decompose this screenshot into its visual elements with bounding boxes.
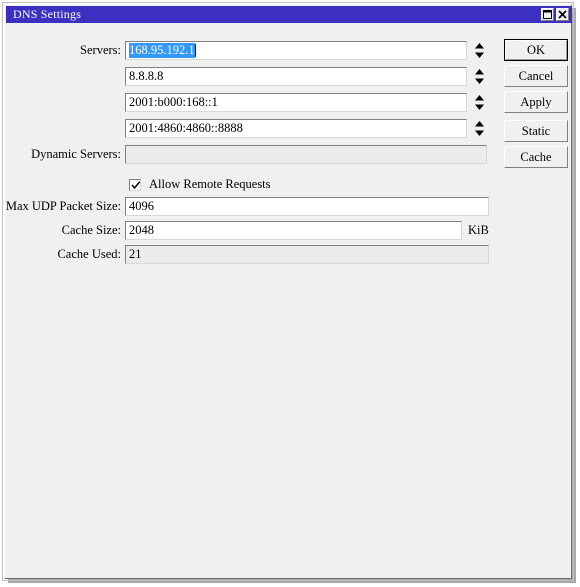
- cache-size-value: 2048: [129, 222, 154, 237]
- servers-input-4-value: 2001:4860:4860::8888: [129, 120, 243, 135]
- ok-button[interactable]: OK: [504, 39, 568, 61]
- max-udp-packet-size-input[interactable]: 4096: [125, 196, 489, 216]
- cancel-button[interactable]: Cancel: [504, 65, 568, 87]
- window-shadow-bottom: [8, 579, 576, 583]
- servers-input-2[interactable]: 8.8.8.8: [125, 66, 467, 86]
- cache-used-input: 21: [125, 244, 489, 264]
- servers-input-2-value: 8.8.8.8: [129, 68, 164, 83]
- servers-input-1-value: 168.95.192.1: [129, 42, 195, 58]
- cache-size-unit: KiB: [468, 222, 489, 237]
- servers-label: Servers:: [80, 42, 121, 57]
- allow-remote-requests-checkbox[interactable]: [129, 178, 141, 191]
- servers-spinner-2[interactable]: [473, 67, 486, 86]
- cache-size-row: Cache Size: 2048 KiB: [5, 220, 489, 240]
- allow-remote-requests-row[interactable]: Allow Remote Requests: [129, 177, 271, 192]
- servers-input-3[interactable]: 2001:b000:168::1: [125, 92, 467, 112]
- window-title: DNS Settings: [13, 7, 82, 21]
- window-shadow-right: [572, 8, 576, 583]
- allow-remote-requests-label: Allow Remote Requests: [149, 177, 271, 191]
- cache-size-label: Cache Size:: [61, 222, 121, 237]
- cache-size-input[interactable]: 2048: [125, 220, 462, 240]
- apply-button[interactable]: Apply: [504, 91, 568, 113]
- servers-input-1[interactable]: 168.95.192.1: [125, 40, 467, 60]
- static-button[interactable]: Static: [504, 120, 568, 142]
- title-bar[interactable]: DNS Settings: [6, 6, 572, 23]
- max-udp-packet-size-value: 4096: [129, 198, 154, 213]
- servers-row-2: 8.8.8.8: [5, 66, 486, 86]
- dynamic-servers-row: Dynamic Servers:: [5, 144, 487, 164]
- cache-used-value: 21: [129, 246, 142, 261]
- text-caret: [194, 43, 196, 57]
- dns-settings-window: DNS Settings Servers: 168.95.192.1 8.8.8…: [4, 4, 572, 579]
- cache-button[interactable]: Cache: [504, 146, 568, 168]
- action-button-column: OK Cancel Apply Static Cache: [504, 39, 568, 172]
- servers-row-4: 2001:4860:4860::8888: [5, 118, 486, 138]
- max-udp-packet-size-row: Max UDP Packet Size: 4096: [5, 196, 489, 216]
- title-bar-buttons: [541, 8, 569, 21]
- servers-row-1: Servers: 168.95.192.1: [5, 40, 486, 60]
- servers-row-3: 2001:b000:168::1: [5, 92, 486, 112]
- servers-spinner-4[interactable]: [473, 119, 486, 138]
- servers-input-4[interactable]: 2001:4860:4860::8888: [125, 118, 467, 138]
- dynamic-servers-input: [125, 144, 487, 164]
- close-button[interactable]: [556, 8, 569, 21]
- maximize-button[interactable]: [541, 8, 554, 21]
- servers-spinner-3[interactable]: [473, 93, 486, 112]
- servers-spinner-1[interactable]: [473, 41, 486, 60]
- servers-input-3-value: 2001:b000:168::1: [129, 94, 218, 109]
- cache-used-label: Cache Used:: [57, 246, 121, 261]
- dynamic-servers-label: Dynamic Servers:: [31, 146, 121, 161]
- max-udp-packet-size-label: Max UDP Packet Size:: [5, 198, 121, 213]
- cache-used-row: Cache Used: 21: [5, 244, 489, 264]
